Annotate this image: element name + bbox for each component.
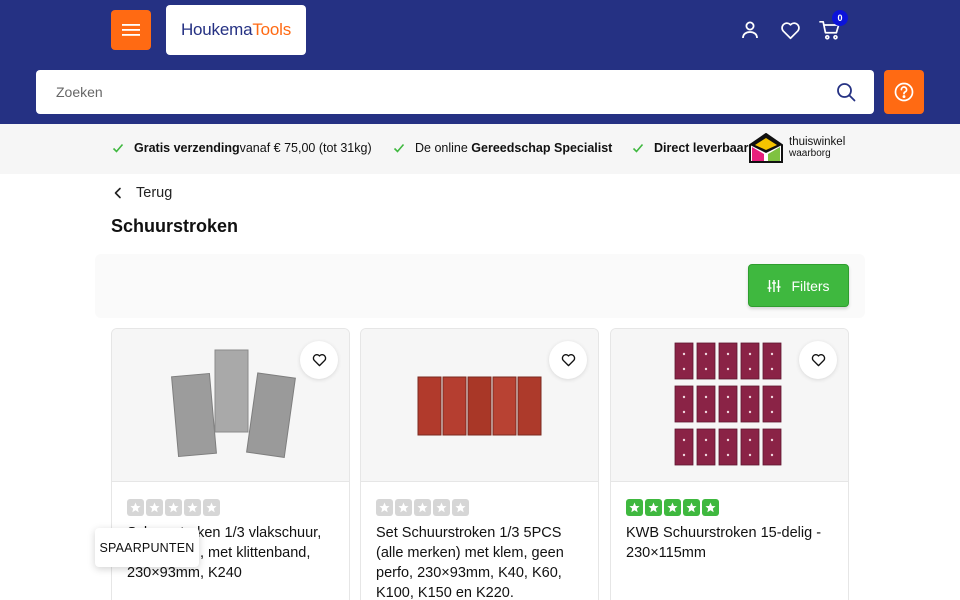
card-divider bbox=[611, 481, 848, 482]
help-icon bbox=[894, 82, 914, 102]
thuiswinkel-line2: waarborg bbox=[789, 148, 831, 159]
spaarpunten-button[interactable]: SPAARPUNTEN bbox=[95, 528, 199, 567]
star-icon bbox=[683, 499, 700, 516]
rating-stars bbox=[127, 499, 222, 516]
star-icon bbox=[626, 499, 643, 516]
heart-icon bbox=[312, 354, 326, 367]
add-to-wishlist-button[interactable] bbox=[549, 341, 587, 379]
product-title[interactable]: Set Schuurstroken 1/3 5PCS (alle merken)… bbox=[376, 523, 586, 600]
search-icon[interactable] bbox=[836, 82, 856, 102]
wishlist-button[interactable] bbox=[778, 18, 802, 42]
site-logo[interactable]: Houkema Tools bbox=[166, 5, 306, 55]
add-to-wishlist-button[interactable] bbox=[300, 341, 338, 379]
star-icon bbox=[127, 499, 144, 516]
star-icon bbox=[395, 499, 412, 516]
rating-stars bbox=[376, 499, 471, 516]
help-button[interactable] bbox=[884, 70, 924, 114]
filters-button[interactable]: Filters bbox=[748, 264, 849, 307]
page-title: Schuurstroken bbox=[111, 216, 239, 236]
thuiswinkel-house-icon bbox=[749, 133, 783, 163]
star-icon bbox=[414, 499, 431, 516]
star-icon bbox=[376, 499, 393, 516]
menu-icon bbox=[122, 24, 140, 36]
star-icon bbox=[452, 499, 469, 516]
star-icon bbox=[203, 499, 220, 516]
product-title[interactable]: KWB Schuurstroken 15-delig - 230×115mm bbox=[626, 523, 836, 563]
usp-item: De online Gereedschap Specialist bbox=[393, 141, 612, 155]
product-card[interactable]: KWB Schuurstroken 15-delig - 230×115mm bbox=[610, 328, 849, 600]
menu-button[interactable] bbox=[111, 10, 151, 50]
usp-bold: Gratis verzending bbox=[134, 141, 240, 155]
heart-icon bbox=[561, 354, 575, 367]
usp-list: Gratis verzending vanaf € 75,00 (tot 31k… bbox=[100, 124, 750, 174]
star-icon bbox=[433, 499, 450, 516]
card-divider bbox=[112, 481, 349, 482]
heart-icon bbox=[811, 354, 825, 367]
star-icon bbox=[645, 499, 662, 516]
star-icon bbox=[702, 499, 719, 516]
usp-bold: Gereedschap Specialist bbox=[471, 141, 613, 155]
star-icon bbox=[146, 499, 163, 516]
cart-count-badge: 0 bbox=[832, 10, 848, 26]
user-icon bbox=[742, 21, 758, 39]
thuiswinkel-logo[interactable]: thuiswinkel waarborg bbox=[749, 131, 859, 165]
chevron-left-icon bbox=[114, 187, 121, 199]
usp-text: vanaf € 75,00 (tot 31kg) bbox=[239, 141, 372, 155]
back-link[interactable]: Terug bbox=[111, 185, 172, 201]
search-bar bbox=[36, 70, 874, 114]
check-icon bbox=[393, 143, 405, 153]
star-icon bbox=[184, 499, 201, 516]
logo-text-secondary: Tools bbox=[252, 20, 292, 39]
usp-text: De online bbox=[415, 141, 472, 155]
thuiswinkel-text: thuiswinkel waarborg bbox=[789, 136, 846, 159]
star-icon bbox=[165, 499, 182, 516]
usp-item: Gratis verzending vanaf € 75,00 (tot 31k… bbox=[112, 141, 372, 155]
card-divider bbox=[361, 481, 598, 482]
search-input[interactable] bbox=[36, 70, 826, 114]
heart-icon bbox=[780, 21, 800, 39]
usp-bold: Direct leverbaar bbox=[654, 141, 749, 155]
rating-stars bbox=[626, 499, 721, 516]
back-label: Terug bbox=[136, 185, 173, 201]
check-icon bbox=[632, 143, 644, 153]
account-button[interactable] bbox=[738, 18, 762, 42]
thuiswinkel-line1: thuiswinkel bbox=[789, 136, 846, 148]
product-card[interactable]: Set Schuurstroken 1/3 5PCS (alle merken)… bbox=[360, 328, 599, 600]
filters-label: Filters bbox=[791, 277, 830, 294]
logo-text-primary: Houkema bbox=[180, 20, 253, 39]
usp-item: Direct leverbaar bbox=[632, 141, 749, 155]
add-to-wishlist-button[interactable] bbox=[799, 341, 837, 379]
check-icon bbox=[112, 143, 124, 153]
sliders-icon bbox=[767, 279, 781, 292]
star-icon bbox=[664, 499, 681, 516]
